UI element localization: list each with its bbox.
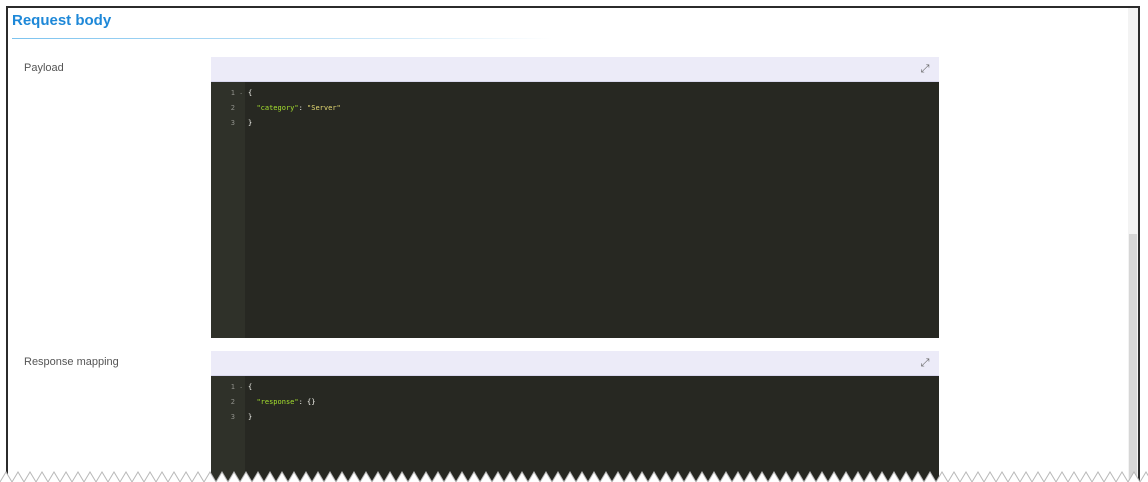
- code-line[interactable]: {: [248, 86, 939, 101]
- response-mapping-code-area[interactable]: 1- 2 3 { "response": {}}: [211, 376, 939, 482]
- code-line[interactable]: }: [248, 116, 939, 131]
- line-number: 3: [230, 413, 235, 421]
- code-token: }: [248, 413, 253, 421]
- fold-toggle-icon[interactable]: -: [239, 380, 243, 395]
- line-number: 1-: [211, 380, 245, 395]
- code-token: "response": [256, 398, 299, 406]
- section-divider: [12, 38, 552, 39]
- code-line[interactable]: "category": "Server": [248, 101, 939, 116]
- scrollbar-thumb[interactable]: [1129, 234, 1137, 482]
- expand-icon[interactable]: ⤢: [917, 61, 933, 77]
- payload-line-gutter: 1- 2 3: [211, 82, 245, 338]
- fold-toggle-icon[interactable]: -: [239, 86, 243, 101]
- code-token: {: [248, 383, 253, 391]
- payload-code[interactable]: { "category": "Server"}: [245, 82, 939, 338]
- response-mapping-label: Response mapping: [24, 356, 119, 368]
- code-token: {: [248, 89, 253, 97]
- code-line[interactable]: }: [248, 410, 939, 425]
- response-mapping-editor[interactable]: ⤢ 1- 2 3 { "response": {}}: [211, 351, 939, 482]
- line-number: 2: [230, 398, 235, 406]
- line-number: 3: [230, 119, 235, 127]
- line-number: 2: [230, 104, 235, 112]
- payload-editor[interactable]: ⤢ 1- 2 3 { "category": "Server"}: [211, 57, 939, 338]
- request-body-panel: Request body Payload ⤢ 1- 2 3 { "category"…: [6, 6, 1140, 482]
- code-token: "Server": [307, 104, 341, 112]
- code-line[interactable]: "response": {}: [248, 395, 939, 410]
- response-mapping-line-gutter: 1- 2 3: [211, 376, 245, 482]
- response-mapping-code[interactable]: { "response": {}}: [245, 376, 939, 482]
- code-token: }: [248, 119, 253, 127]
- response-mapping-editor-toolbar: ⤢: [211, 351, 939, 376]
- code-token: {}: [307, 398, 316, 406]
- code-token: :: [298, 398, 308, 406]
- payload-label: Payload: [24, 62, 64, 74]
- torn-edge-decoration: [0, 468, 1148, 482]
- code-line[interactable]: {: [248, 380, 939, 395]
- payload-code-area[interactable]: 1- 2 3 { "category": "Server"}: [211, 82, 939, 338]
- code-token: "category": [256, 104, 299, 112]
- payload-editor-toolbar: ⤢: [211, 57, 939, 82]
- expand-icon[interactable]: ⤢: [917, 355, 933, 371]
- section-title: Request body: [12, 12, 112, 29]
- line-number: 1-: [211, 86, 245, 101]
- scrollbar[interactable]: [1128, 8, 1138, 482]
- code-token: :: [298, 104, 308, 112]
